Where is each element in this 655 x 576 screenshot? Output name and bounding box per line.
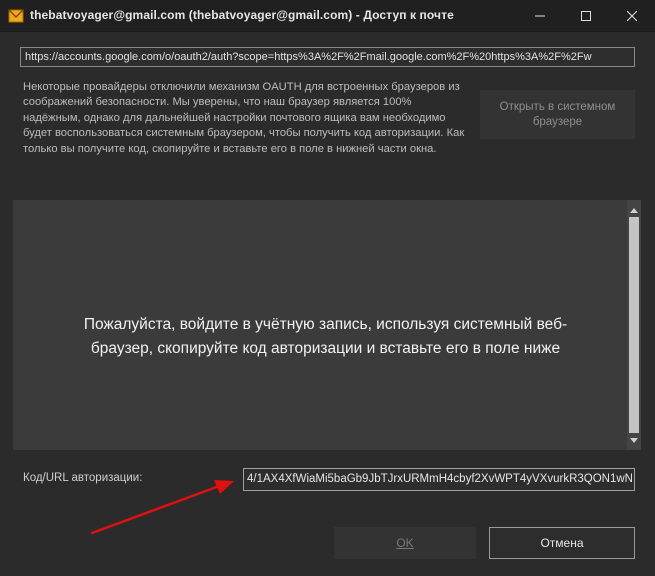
cancel-button[interactable]: Отмена xyxy=(489,527,635,559)
open-in-system-browser-button[interactable]: Открыть в системном браузере xyxy=(480,90,635,139)
ok-button[interactable]: OK xyxy=(334,527,476,559)
scroll-up-arrow-icon[interactable] xyxy=(627,202,641,218)
maximize-button[interactable] xyxy=(563,0,609,32)
close-button[interactable] xyxy=(609,0,655,32)
browser-login-message: Пожалуйста, войдите в учётную запись, ис… xyxy=(83,316,568,357)
oauth-url-field[interactable]: https://accounts.google.com/o/oauth2/aut… xyxy=(20,47,635,67)
minimize-button[interactable] xyxy=(517,0,563,32)
oauth-notice-text: Некоторые провайдеры отключили механизм … xyxy=(23,81,465,155)
auth-code-label: Код/URL авторизации: xyxy=(23,472,143,484)
close-icon xyxy=(627,11,637,21)
window-title: thebatvoyager@gmail.com (thebatvoyager@g… xyxy=(30,8,454,22)
title-bar[interactable]: thebatvoyager@gmail.com (thebatvoyager@g… xyxy=(0,0,655,32)
scroll-down-arrow-icon[interactable] xyxy=(627,432,641,448)
scroll-thumb[interactable] xyxy=(629,217,639,433)
minimize-icon xyxy=(535,15,545,17)
auth-code-input[interactable]: 4/1AX4XfWiaMi5baGb9JbTJrxURMmH4cbyf2XvWP… xyxy=(243,468,635,491)
maximize-icon xyxy=(581,11,591,21)
browser-scrollbar[interactable] xyxy=(627,200,641,450)
embedded-browser-view[interactable]: Пожалуйста, войдите в учётную запись, ис… xyxy=(13,200,641,450)
the-bat-app-icon xyxy=(8,9,24,23)
